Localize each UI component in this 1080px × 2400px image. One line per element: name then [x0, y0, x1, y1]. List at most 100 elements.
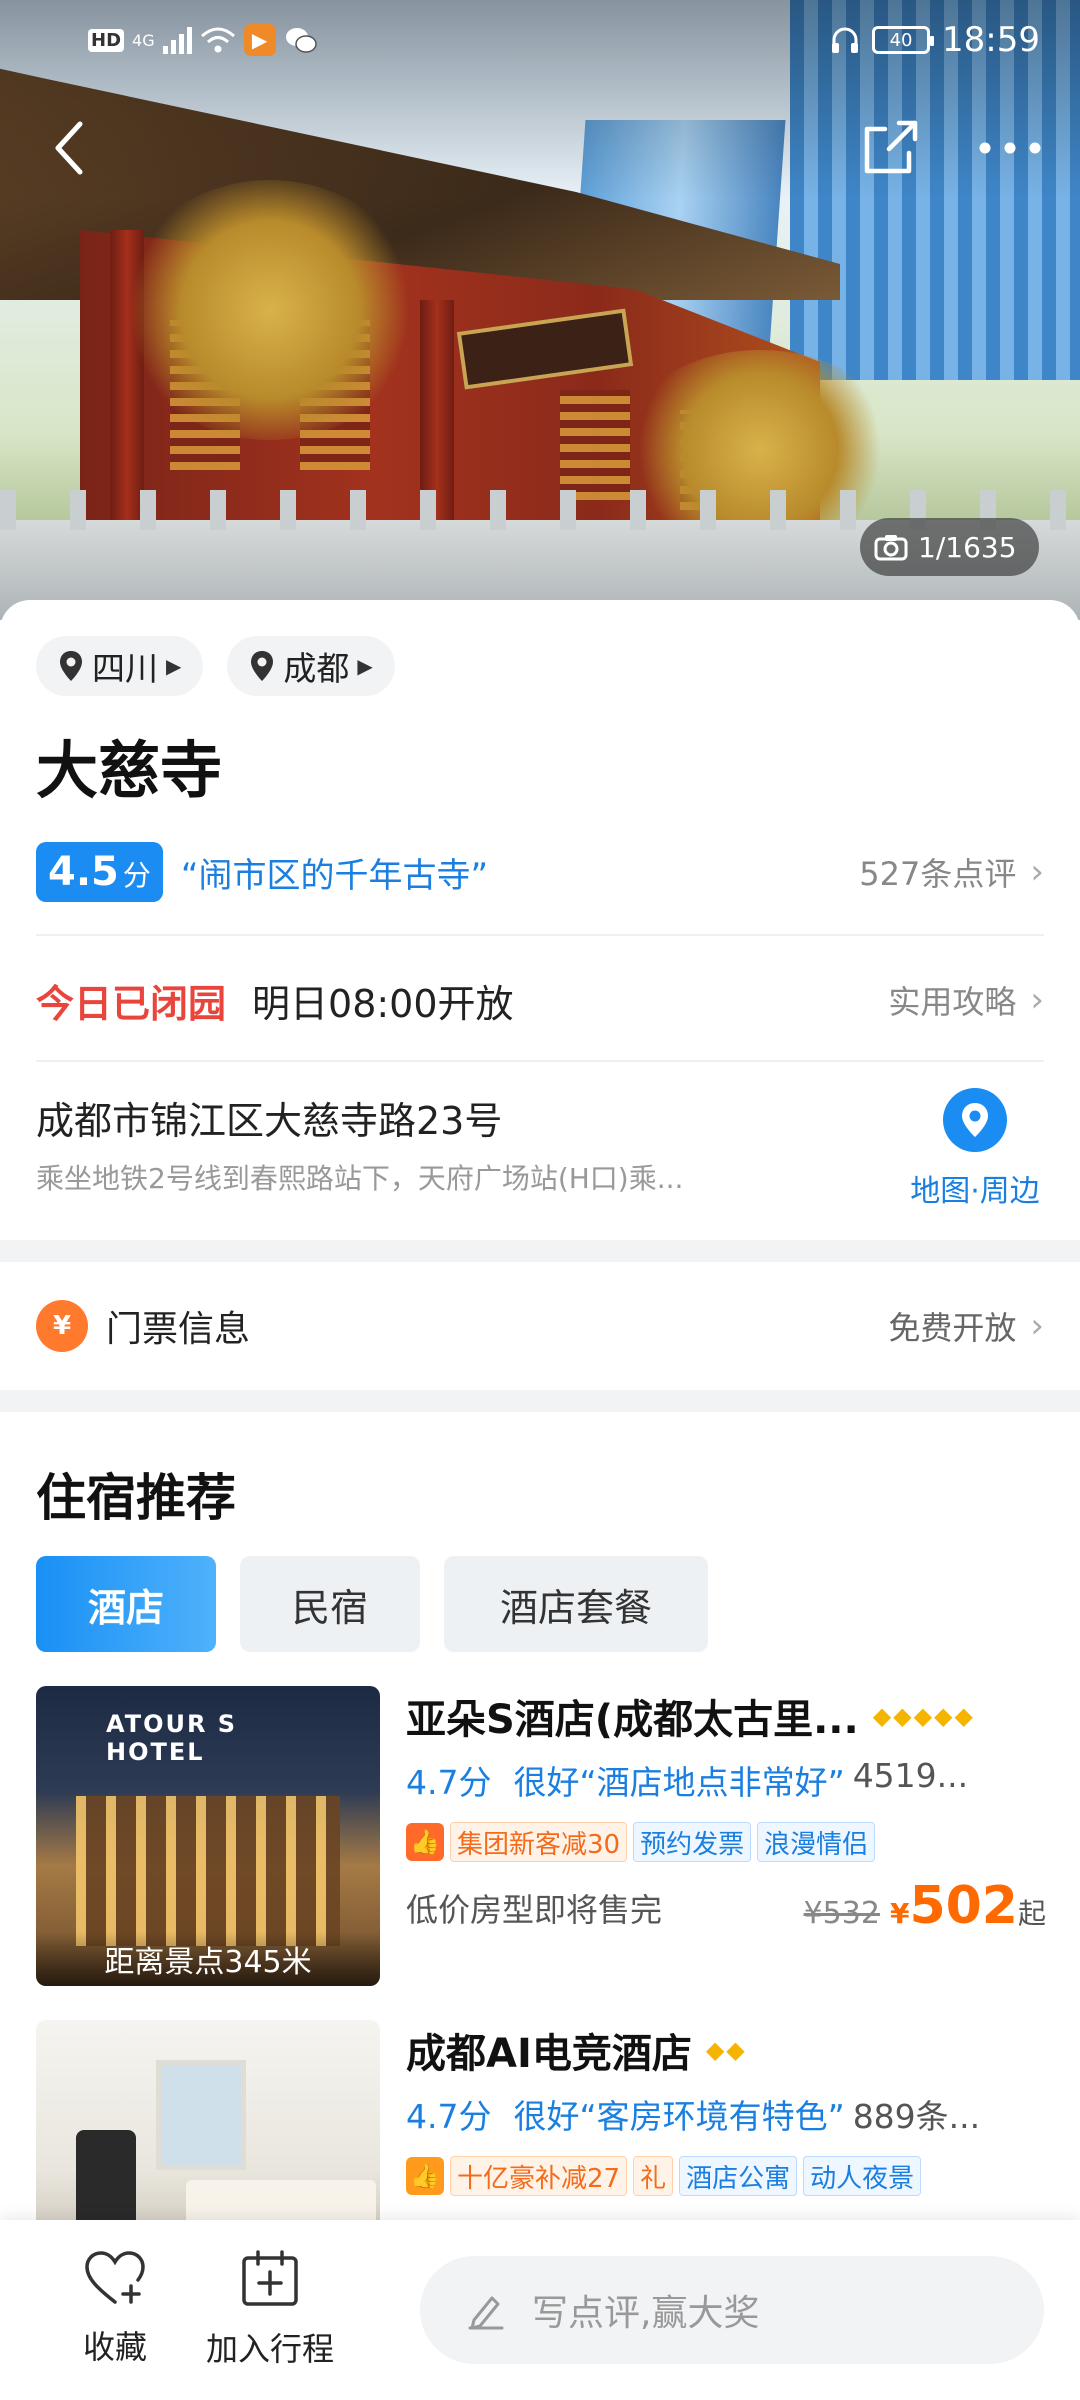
wifi-icon: [200, 27, 235, 53]
price: ¥532 ¥502起: [804, 1876, 1046, 1936]
hotel-image-sign: ATOUR S HOTEL: [106, 1710, 238, 1766]
hotel-image-window: [156, 2060, 246, 2170]
address-block[interactable]: 成都市锦江区大慈寺路23号 乘坐地铁2号线到春熙路站下，天府广场站(H口)乘..…: [36, 1090, 876, 1197]
hotel-score: 4.7分: [406, 1763, 492, 1802]
map-nearby-button[interactable]: 地图·周边: [895, 1088, 1055, 1210]
battery-level: 40: [889, 29, 913, 51]
hotel-score: 4.7分: [406, 2097, 492, 2136]
highlight-quote: “闹市区的千年古寺”: [180, 855, 489, 896]
closed-status: 今日已闭园: [36, 981, 227, 1026]
hotel-price-row: 低价房型即将售完 ¥532 ¥502起: [406, 1876, 1046, 1936]
location-tags: 四川 ▶ 成都 ▶: [36, 636, 395, 696]
location-tag-province[interactable]: 四川 ▶: [36, 636, 204, 696]
price-suffix: 起: [1017, 1897, 1046, 1930]
hotel-level: 很好: [513, 1763, 580, 1802]
attraction-card: 四川 ▶ 成都 ▶ 大慈寺 4.5 分 “闹市区的千年古寺” 527条点评 › …: [0, 600, 1080, 1240]
hotel-info: 成都AI电竞酒店 ◆◆ 4.7分 很好 “客房环境有特色” 889条... 👍 …: [406, 2020, 1046, 2196]
feature-tag: 动人夜景: [803, 2156, 922, 2196]
hotel-tags: 👍 集团新客减30 预约发票 浪漫情侣: [406, 1822, 1046, 1862]
score-value: 4.5: [48, 849, 119, 895]
favorite-button[interactable]: 收藏: [50, 2250, 180, 2368]
share-button[interactable]: [850, 108, 930, 188]
ticket-icon: ¥: [36, 1300, 88, 1352]
hotel-quote: “酒店地点非常好”: [579, 1763, 845, 1802]
tab-homestay[interactable]: 民宿: [240, 1556, 420, 1652]
photo-count-badge[interactable]: 1/1635: [860, 518, 1039, 576]
diamond-rating-icon: ◆◆: [705, 2036, 747, 2064]
guide-label: 实用攻略: [888, 983, 1017, 1021]
bottom-action-bar: 收藏 加入行程 写点评,赢大奖: [0, 2220, 1080, 2400]
back-arrow-icon: [55, 121, 83, 175]
score-badge: 4.5 分: [36, 842, 163, 902]
current-price: 502: [909, 1876, 1018, 1936]
hotel-review-count: 4519...: [852, 1756, 969, 1795]
hotel-image-entrance: [76, 1796, 340, 1946]
camera-icon: [874, 535, 908, 561]
write-review-placeholder: 写点评,赢大奖: [532, 2293, 760, 2334]
gift-tag: 礼: [633, 2156, 674, 2196]
write-review-input[interactable]: 写点评,赢大奖: [420, 2256, 1044, 2364]
opening-hours-row[interactable]: 今日已闭园 明日08:00开放 实用攻略 ›: [36, 970, 1044, 1030]
page-title: 大慈寺: [36, 734, 223, 807]
chevron-right-icon: ›: [1030, 980, 1044, 1020]
lodging-section-title: 住宿推荐: [36, 1469, 236, 1527]
feature-tag: 酒店公寓: [679, 2156, 798, 2196]
add-to-trip-button[interactable]: 加入行程: [190, 2250, 350, 2370]
original-price: ¥532: [803, 1896, 880, 1931]
location-pin-icon: [251, 651, 274, 681]
hotel-rating-row: 4.7分 很好 “客房环境有特色” 889条...: [406, 2090, 1046, 2138]
hotel-info: 亚朵S酒店(成都太古里... ◆◆◆◆◆ 4.7分 很好 “酒店地点非常好” 4…: [406, 1686, 1046, 1936]
feature-tag: 预约发票: [633, 1822, 752, 1862]
reviews-link[interactable]: 527条点评 ›: [859, 849, 1044, 895]
divider: [36, 934, 1044, 936]
location-tag-city[interactable]: 成都 ▶: [227, 636, 395, 696]
more-options-button[interactable]: [970, 108, 1050, 188]
chevron-right-icon: ›: [1030, 1306, 1044, 1346]
photo-count-text: 1/1635: [918, 530, 1017, 564]
promo-tag: 十亿豪补减27: [450, 2156, 628, 2196]
hotel-level: 很好: [513, 2097, 580, 2136]
section-gap: [0, 1390, 1080, 1412]
currency-symbol: ¥: [889, 1897, 910, 1930]
chevron-right-icon: ›: [1030, 852, 1044, 892]
divider: [36, 1060, 1044, 1062]
rating-row[interactable]: 4.5 分 “闹市区的千年古寺” 527条点评 ›: [36, 840, 1044, 904]
tab-hotel-package[interactable]: 酒店套餐: [444, 1556, 708, 1652]
video-app-icon: ▶: [243, 24, 276, 56]
back-button[interactable]: [40, 108, 100, 188]
hotel-rating-row: 4.7分 很好 “酒店地点非常好” 4519...: [406, 1756, 1046, 1804]
feature-tag: 浪漫情侣: [757, 1822, 876, 1862]
battery-icon: 40: [872, 26, 935, 54]
reviews-count: 527条点评: [859, 855, 1017, 893]
hero-photo[interactable]: 1/1635: [0, 0, 1080, 620]
ticket-value: 免费开放 ›: [888, 1303, 1044, 1349]
status-bar: HD 4G ▶ 40 18:59: [0, 0, 1080, 80]
score-unit: 分: [122, 859, 151, 892]
hd-badge: HD: [88, 28, 125, 52]
tab-hotel[interactable]: 酒店: [36, 1556, 216, 1652]
practical-guide-link[interactable]: 实用攻略 ›: [888, 977, 1044, 1023]
map-nearby-label: 地图·周边: [910, 1174, 1040, 1209]
section-gap: [0, 1240, 1080, 1262]
hotel-quote: “客房环境有特色”: [579, 2097, 845, 2136]
add-to-trip-label: 加入行程: [205, 2330, 334, 2368]
ticket-label: 门票信息: [106, 1309, 251, 1350]
calendar-plus-icon: [242, 2250, 298, 2306]
share-icon: [864, 120, 918, 174]
wechat-icon: [285, 28, 317, 53]
hotel-name: 亚朵S酒店(成都太古里...: [406, 1697, 859, 1743]
hero-tree: [120, 180, 420, 440]
hotel-card[interactable]: ATOUR S HOTEL 距离景点345米 亚朵S酒店(成都太古里... ◆◆…: [36, 1686, 1046, 1986]
ticket-info-row[interactable]: ¥ 门票信息 免费开放 ›: [0, 1262, 1080, 1390]
thumbs-up-icon: 👍: [406, 2157, 444, 2195]
diamond-rating-icon: ◆◆◆◆◆: [872, 1702, 975, 1730]
ticket-value-text: 免费开放: [888, 1309, 1017, 1347]
location-pin-icon: [60, 651, 82, 681]
hotel-image[interactable]: ATOUR S HOTEL 距离景点345米: [36, 1686, 380, 1986]
location-tag-label: 成都: [283, 649, 350, 688]
distance-label: 距离景点345米: [36, 1932, 380, 1986]
low-stock-note: 低价房型即将售完: [406, 1891, 663, 1929]
more-dots-icon: [979, 142, 1041, 154]
caret-right-icon: ▶: [357, 654, 373, 678]
thumbs-up-icon: 👍: [406, 1823, 444, 1861]
